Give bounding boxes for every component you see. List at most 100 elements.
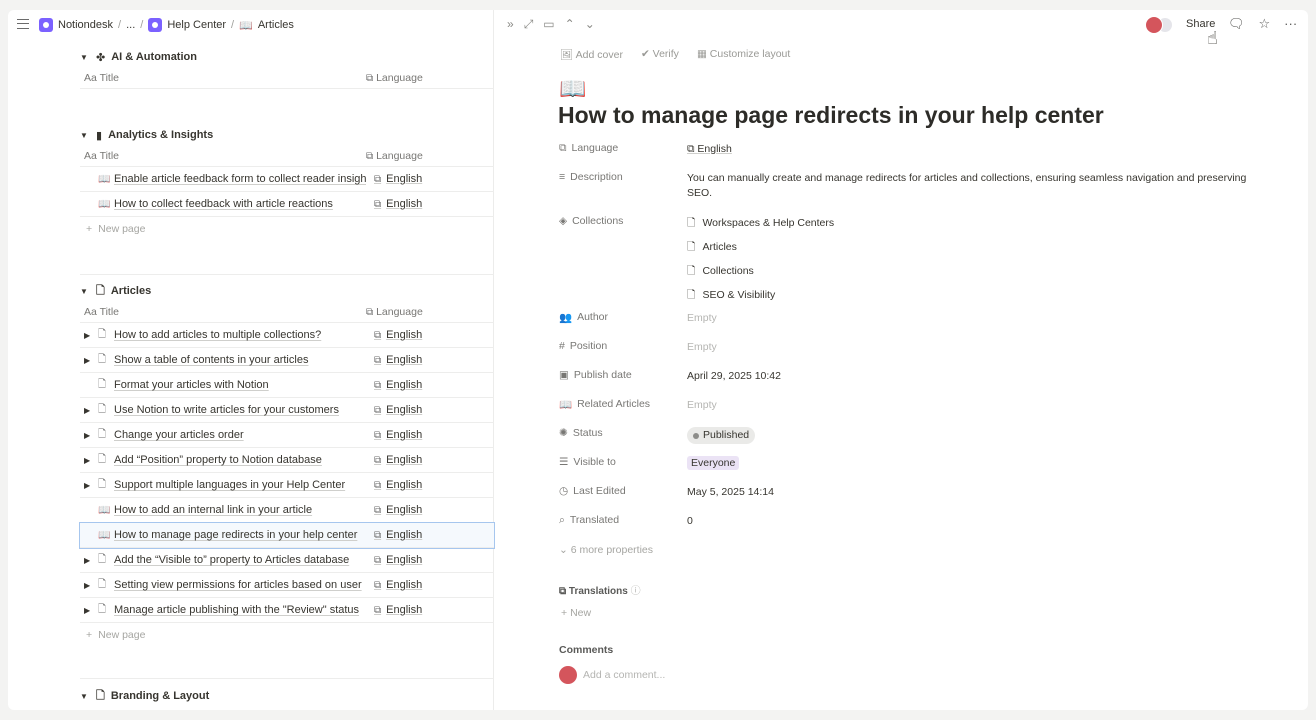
layout-icon[interactable]: ▭ — [543, 17, 554, 32]
row-language[interactable]: ⧉ English — [366, 379, 422, 391]
collection-item[interactable]: 🗋 Articles — [687, 235, 1259, 259]
star-icon[interactable]: ☆ — [1259, 16, 1271, 32]
expand-toggle-icon[interactable]: ▶ — [80, 556, 98, 565]
prop-author[interactable]: 👥 Author Empty — [559, 307, 1259, 336]
row-language[interactable]: ⧉ English — [366, 504, 422, 516]
table-row[interactable]: ▶ 🗋 Setting view permissions for articles … — [80, 573, 494, 598]
column-language[interactable]: ⧉ Language — [366, 306, 423, 318]
expand-toggle-icon[interactable]: ▶ — [80, 406, 98, 415]
row-title[interactable]: How to add an internal link in your arti… — [114, 504, 366, 516]
prop-last-edited[interactable]: ◷ Last Edited May 5, 2025 14:14 — [559, 481, 1259, 510]
more-properties-button[interactable]: ⌄ 6 more properties — [559, 544, 653, 556]
row-title[interactable]: Enable article feedback form to collect … — [114, 173, 366, 185]
new-page-button[interactable]: + New page — [80, 217, 494, 241]
chevron-up-icon[interactable]: ⌃ — [565, 17, 575, 32]
group-header[interactable]: ▼ 🗋 Articles — [80, 281, 494, 301]
breadcrumb-workspace[interactable]: Notiondesk — [58, 19, 113, 31]
group-header[interactable]: ▼ ✤ AI & Automation — [80, 47, 494, 67]
row-language[interactable]: ⧉ English — [366, 479, 422, 491]
expand-toggle-icon[interactable]: ▶ — [80, 581, 98, 590]
prop-description[interactable]: ≡ Description You can manually create and… — [559, 167, 1259, 211]
row-language[interactable]: ⧉ English — [366, 198, 422, 210]
caret-down-icon[interactable]: ▼ — [80, 53, 90, 62]
avatar[interactable] — [1145, 16, 1163, 34]
expand-toggle-icon[interactable]: ▶ — [80, 331, 98, 340]
prop-publish-date[interactable]: ▣ Publish date April 29, 2025 10:42 — [559, 365, 1259, 394]
status-badge[interactable]: Published — [687, 427, 756, 444]
expand-toggle-icon[interactable]: ▶ — [80, 456, 98, 465]
collection-item[interactable]: 🗋 Collections — [687, 259, 1259, 283]
prop-language[interactable]: ⧉ Language ⧉ English — [559, 138, 1259, 167]
row-title[interactable]: Change your articles order — [114, 429, 366, 441]
column-title[interactable]: Aa Title — [80, 72, 366, 84]
prop-translated[interactable]: ⌕ Translated 0 — [559, 510, 1259, 539]
new-translation-button[interactable]: + New — [561, 607, 591, 619]
table-row[interactable]: 📖 How to manage page redirects in your he… — [79, 522, 495, 549]
row-title[interactable]: How to manage page redirects in your hel… — [114, 529, 366, 541]
expand-toggle-icon[interactable]: ▶ — [80, 431, 98, 440]
menu-icon[interactable] — [17, 19, 29, 29]
row-language[interactable]: ⧉ English — [366, 404, 422, 416]
row-language[interactable]: ⧉ English — [366, 173, 422, 185]
column-title[interactable]: Aa Title — [80, 150, 366, 162]
row-language[interactable]: ⧉ English — [366, 579, 422, 591]
comment-input[interactable]: Add a comment... — [559, 666, 665, 684]
caret-down-icon[interactable]: ▼ — [80, 131, 90, 140]
row-title[interactable]: Add the “Visible to” property to Article… — [114, 554, 366, 566]
row-title[interactable]: Format your articles with Notion — [114, 379, 366, 391]
more-icon[interactable]: ··· — [1284, 16, 1297, 32]
table-row[interactable]: ▶ 🗋 How to add articles to multiple collec… — [80, 323, 494, 348]
row-language[interactable]: ⧉ English — [366, 429, 422, 441]
page-title[interactable]: How to manage page redirects in your hel… — [558, 102, 1298, 129]
column-language[interactable]: ⧉ Language — [366, 150, 423, 162]
row-language[interactable]: ⧉ English — [366, 529, 422, 541]
table-row[interactable]: 📖 How to collect feedback with article r… — [80, 192, 494, 217]
table-row[interactable]: ▶ 🗋 Add the “Visible to” property to Artic… — [80, 548, 494, 573]
table-row[interactable]: ▶ 🗋 Use Notion to write articles for your … — [80, 398, 494, 423]
row-title[interactable]: Use Notion to write articles for your cu… — [114, 404, 366, 416]
new-page-button[interactable]: + New page — [80, 623, 494, 647]
row-title[interactable]: Manage article publishing with the "Revi… — [114, 604, 366, 616]
breadcrumb-ellipsis[interactable]: ... — [126, 19, 135, 31]
table-row[interactable]: ▶ 🗋 Manage article publishing with the "Re… — [80, 598, 494, 623]
caret-down-icon[interactable]: ▼ — [80, 287, 90, 296]
book-icon[interactable]: 📖 — [559, 76, 586, 102]
row-title[interactable]: Support multiple languages in your Help … — [114, 479, 366, 491]
table-row[interactable]: 📖 How to add an internal link in your art… — [80, 498, 494, 523]
expand-toggle-icon[interactable]: ▶ — [80, 606, 98, 615]
column-language[interactable]: ⧉ Language — [366, 72, 423, 84]
expand-icon[interactable]: ⤢ — [524, 17, 534, 32]
chevron-down-icon[interactable]: ⌄ — [585, 17, 595, 32]
close-peek-icon[interactable]: » — [507, 17, 514, 32]
prop-status[interactable]: ✺ Status Published — [559, 423, 1259, 452]
expand-toggle-icon[interactable]: ▶ — [80, 481, 98, 490]
table-row[interactable]: 📖 Enable article feedback form to collec… — [80, 167, 494, 192]
table-row[interactable]: ▶ 🗋 Support multiple languages in your Hel… — [80, 473, 494, 498]
row-title[interactable]: Setting view permissions for articles ba… — [114, 579, 366, 591]
table-row[interactable]: ▶ 🗋 Show a table of contents in your artic… — [80, 348, 494, 373]
prop-visible-to[interactable]: ☰ Visible to Everyone — [559, 452, 1259, 481]
row-title[interactable]: How to collect feedback with article rea… — [114, 198, 366, 210]
comment-icon[interactable]: 🗨 — [1228, 16, 1245, 32]
prop-related-articles[interactable]: 📖 Related Articles Empty — [559, 394, 1259, 423]
table-row[interactable]: ▶ 🗋 Change your articles order ⧉ English — [80, 423, 494, 448]
group-header[interactable]: ▼ ▮ Analytics & Insights — [80, 125, 494, 145]
table-row[interactable]: 🗋 Format your articles with Notion ⧉ Englis… — [80, 373, 494, 398]
row-language[interactable]: ⧉ English — [366, 604, 422, 616]
breadcrumb-help-center[interactable]: Help Center — [167, 19, 226, 31]
collection-item[interactable]: 🗋 Workspaces & Help Centers — [687, 211, 1259, 235]
row-language[interactable]: ⧉ English — [366, 354, 422, 366]
group-header[interactable]: ▼ 🗋 Branding & Layout — [80, 686, 494, 706]
row-title[interactable]: How to add articles to multiple collecti… — [114, 329, 366, 341]
expand-toggle-icon[interactable]: ▶ — [80, 356, 98, 365]
breadcrumb-articles[interactable]: Articles — [258, 19, 294, 31]
translations-header[interactable]: ⧉ Translations ⓘ — [559, 582, 641, 597]
column-title[interactable]: Aa Title — [80, 306, 366, 318]
table-row[interactable]: ▶ 🗋 Add “Position” property to Notion data… — [80, 448, 494, 473]
row-language[interactable]: ⧉ English — [366, 454, 422, 466]
verify-button[interactable]: ✔ Verify — [641, 48, 679, 61]
customize-layout-button[interactable]: ▦ Customize layout — [697, 48, 790, 61]
row-title[interactable]: Add “Position” property to Notion databa… — [114, 454, 366, 466]
add-cover-button[interactable]: 🖼 Add cover — [560, 48, 623, 61]
collection-item[interactable]: 🗋 SEO & Visibility — [687, 283, 1259, 307]
